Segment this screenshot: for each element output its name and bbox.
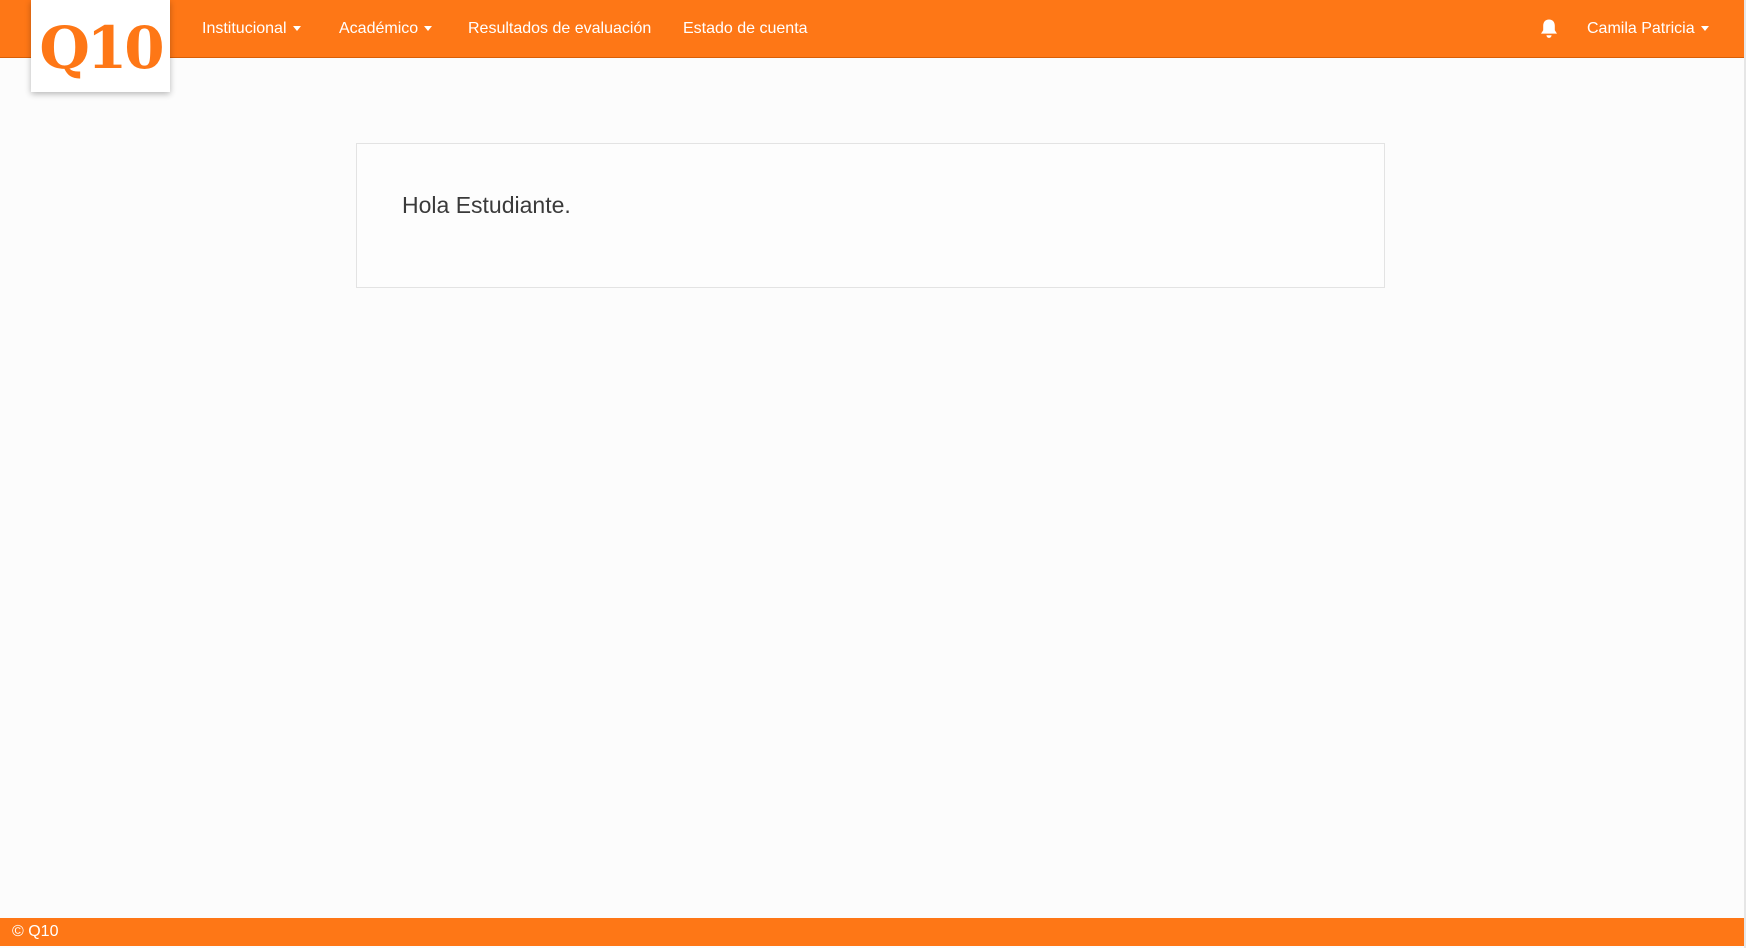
greeting-text: Hola Estudiante. [402, 192, 571, 218]
logo-text: Q10 [39, 14, 164, 82]
bell-icon[interactable] [1539, 18, 1559, 40]
footer-copyright: © Q10 [12, 923, 59, 940]
nav-estado-cuenta-label: Estado de cuenta [683, 20, 808, 37]
app-root: Institucional Académico Resultados de ev… [0, 0, 1746, 948]
bell-icon-svg [1541, 19, 1557, 38]
nav-resultados-evaluacion[interactable]: Resultados de evaluación [468, 0, 651, 57]
nav-academico-label: Académico [339, 20, 419, 37]
user-name: Camila Patricia [1587, 20, 1695, 37]
caret-down-icon [1700, 26, 1709, 32]
caret-down-icon [292, 26, 301, 32]
q10-logo[interactable]: Q10 [31, 0, 170, 92]
nav-academico[interactable]: Académico [339, 0, 433, 57]
nav-institucional[interactable]: Institucional [202, 0, 301, 57]
top-navbar: Institucional Académico Resultados de ev… [0, 0, 1744, 58]
welcome-panel: Hola Estudiante. [356, 143, 1385, 288]
nav-institucional-label: Institucional [202, 20, 287, 37]
footer: © Q10 [0, 918, 1744, 946]
caret-down-icon [424, 26, 433, 32]
nav-resultados-evaluacion-label: Resultados de evaluación [468, 20, 652, 37]
nav-estado-cuenta[interactable]: Estado de cuenta [683, 0, 808, 57]
user-menu[interactable]: Camila Patricia [1587, 0, 1709, 57]
